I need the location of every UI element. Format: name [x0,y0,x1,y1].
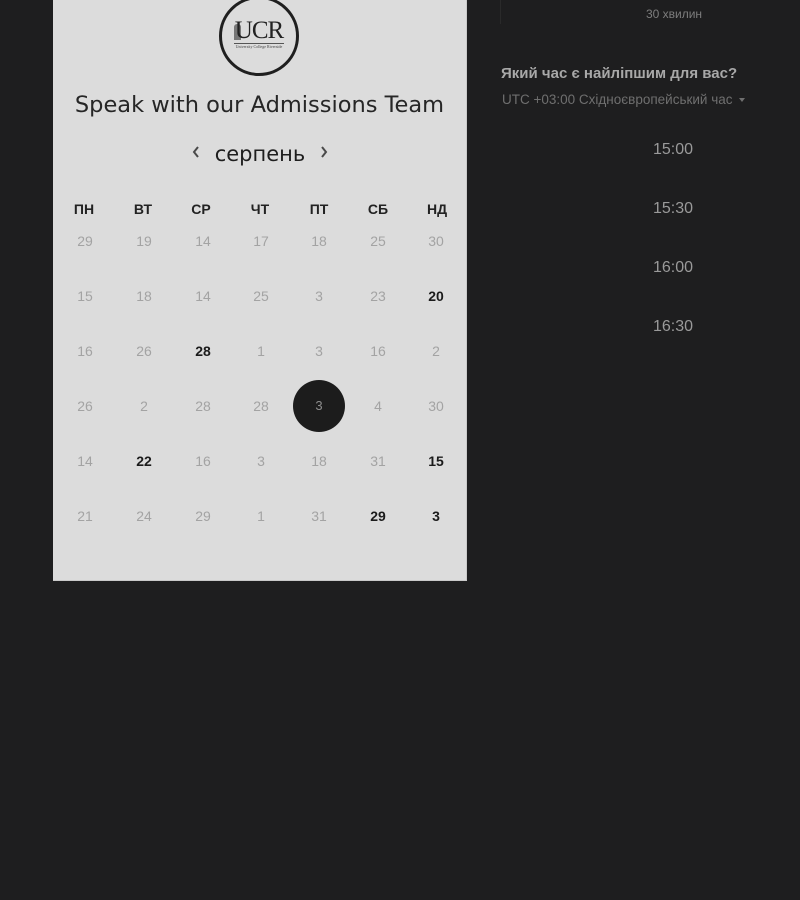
page-title: Speak with our Admissions Team [74,92,445,118]
caret-down-icon [738,98,745,103]
calendar-day: 2 [140,398,148,414]
calendar-day: 16 [77,343,93,359]
calendar-day: 25 [253,288,269,304]
calendar-day: 29 [195,508,211,524]
calendar-day: 1 [257,343,265,359]
next-month-button[interactable] [315,142,333,164]
calendar-day: 26 [136,343,152,359]
calendar-day: 4 [374,398,382,414]
calendar-day: 14 [195,233,211,249]
time-question: Який час є найліпшим для вас? [501,65,738,82]
calendar-day[interactable]: 15 [410,435,462,487]
divider [500,0,501,24]
calendar-day: 28 [195,398,211,414]
calendar-day: 14 [77,453,93,469]
calendar-day: 30 [428,233,444,249]
calendar-day: 30 [428,398,444,414]
calendar-day: 14 [195,288,211,304]
calendar-day: 29 [77,233,93,249]
logo-subtitle: University College Riverside [235,44,283,49]
calendar-day: 26 [77,398,93,414]
chevron-left-icon [192,146,199,158]
calendar-day: 31 [370,453,386,469]
calendar-day: 23 [370,288,386,304]
calendar-day: 21 [77,508,93,524]
calendar-day: 28 [253,398,269,414]
calendar-day: 3 [315,288,323,304]
timezone-label: UTC +03:00 Східноєвропейський час [502,92,733,107]
ucr-logo: UCR University College Riverside [219,0,299,76]
calendar-card: UCR University College Riverside Speak w… [53,0,467,581]
calendar-day[interactable]: 22 [118,435,170,487]
month-navigation: серпень [53,140,466,170]
calendar-day: 3 [257,453,265,469]
calendar-day[interactable]: 28 [177,325,229,377]
calendar-day: 18 [311,233,327,249]
time-slot[interactable]: 16:00 [600,253,746,283]
calendar-day: 1 [257,508,265,524]
calendar-day: 19 [136,233,152,249]
calendar-day[interactable]: 29 [352,490,404,542]
calendar-day-selected[interactable]: 3 [293,380,345,432]
calendar-day[interactable]: 3 [410,490,462,542]
calendar-day: 31 [311,508,327,524]
calendar-day[interactable]: 20 [410,270,462,322]
calendar-day: 25 [370,233,386,249]
calendar-day: 15 [77,288,93,304]
calendar-day: 16 [195,453,211,469]
calendar-day: 16 [370,343,386,359]
calendar-day: 18 [311,453,327,469]
time-slot[interactable]: 15:30 [600,194,746,224]
duration-label: 30 хвилин [645,7,703,21]
timezone-select[interactable]: UTC +03:00 Східноєвропейський час [502,92,745,107]
time-slot[interactable]: 15:00 [600,135,746,165]
logo-text: UCR [234,17,284,44]
scheduler-page: UCR University College Riverside Speak w… [0,0,800,900]
chevron-right-icon [321,146,328,158]
time-slot[interactable]: 16:30 [600,312,746,342]
calendar-day: 3 [315,343,323,359]
month-label: серпень [214,142,306,166]
calendar-day: 2 [432,343,440,359]
calendar-day: 24 [136,508,152,524]
calendar-day: 17 [253,233,269,249]
calendar-day: 18 [136,288,152,304]
